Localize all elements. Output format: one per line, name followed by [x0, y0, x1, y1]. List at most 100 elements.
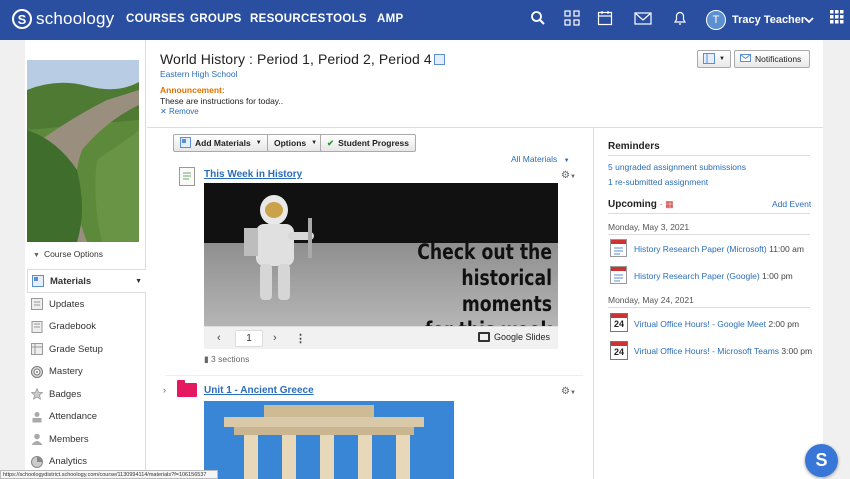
materials-icon — [32, 275, 44, 287]
remove-announcement-link[interactable]: ✕ Remove — [160, 107, 199, 116]
messages-icon[interactable] — [634, 10, 652, 32]
notifications-button[interactable]: Notifications — [734, 50, 810, 68]
nav-resources[interactable]: RESOURCES — [250, 13, 326, 25]
upcoming-calendar-icon[interactable]: · ▦ — [660, 199, 674, 209]
options-label: Options — [274, 138, 307, 148]
headline-line-2: historical moments — [461, 266, 552, 316]
top-nav-bar: S schoology COURSES GROUPS RESOURCES TOO… — [0, 0, 850, 40]
assignment-icon — [610, 266, 627, 284]
close-icon: ✕ — [160, 107, 169, 116]
course-options-toggle[interactable]: ▼ Course Options — [33, 249, 103, 259]
slide-page-number: 1 — [235, 330, 263, 347]
nav-tools[interactable]: TOOLS — [326, 13, 367, 25]
sidebar-item-label: Gradebook — [49, 321, 97, 333]
all-materials-filter[interactable]: All Materials ▼ — [511, 154, 570, 164]
chevron-left-icon[interactable]: ‹ — [217, 332, 221, 344]
user-name[interactable]: Tracy Teacher — [732, 14, 805, 26]
chevron-right-icon[interactable]: › — [163, 385, 166, 395]
ungraded-submissions-link[interactable]: 5 ungraded assignment submissions — [608, 162, 746, 172]
event-time: 11:00 am — [769, 244, 804, 254]
notifications-bell-icon[interactable] — [672, 10, 688, 32]
upcoming-event: History Research Paper (Google) 1:00 pm — [634, 271, 793, 282]
options-button[interactable]: Options ▼ — [267, 134, 325, 152]
page-frame: ▼ Course Options Materials ▼ Updates Grad… — [25, 40, 823, 479]
calendar-icon[interactable] — [597, 10, 613, 32]
caret-down-icon: ▼ — [563, 158, 570, 164]
sections-count: ▮ 3 sections — [204, 354, 249, 365]
assignment-icon — [610, 239, 627, 257]
user-avatar[interactable]: T — [706, 10, 726, 30]
remove-label: Remove — [168, 107, 199, 116]
nav-groups[interactable]: GROUPS — [190, 13, 242, 25]
nav-courses[interactable]: COURSES — [126, 13, 185, 25]
sidebar-item-mastery[interactable]: Mastery — [27, 361, 146, 384]
add-materials-button[interactable]: Add Materials ▼ — [173, 134, 269, 152]
slides-player-bar: ‹ 1 › ⋮ Google Slides — [204, 326, 558, 349]
chevron-down-icon[interactable] — [803, 12, 815, 32]
slide-headline: Check out the historical moments for thi… — [396, 239, 552, 326]
event-link[interactable]: History Research Paper (Microsoft) — [634, 244, 767, 254]
student-progress-label: Student Progress — [338, 138, 409, 148]
chevron-right-icon[interactable]: › — [273, 332, 277, 344]
gear-icon[interactable]: ⚙▼ — [561, 170, 576, 181]
announcement-text: These are instructions for today.. — [160, 96, 284, 106]
search-icon[interactable] — [530, 10, 546, 32]
upcoming-heading: Upcoming · ▦ — [608, 199, 674, 210]
headline-line-1: Check out the — [417, 240, 552, 264]
sidebar-item-materials[interactable]: Materials ▼ — [27, 269, 146, 293]
sidebar-item-gradebook[interactable]: Gradebook — [27, 316, 146, 339]
envelope-icon — [740, 54, 751, 64]
analytics-icon — [31, 455, 43, 468]
student-progress-button[interactable]: ✔ Student Progress — [320, 134, 416, 152]
google-slides-label: Google Slides — [493, 332, 550, 342]
logo-text: schoology — [36, 9, 115, 28]
event-time: 2:00 pm — [768, 319, 800, 329]
sections-icon: ▮ — [204, 354, 212, 364]
material-title-unit-1[interactable]: Unit 1 - Ancient Greece — [204, 385, 314, 396]
resubmitted-assignment-link[interactable]: 1 re-submitted assignment — [608, 177, 708, 187]
sidebar-item-label: Badges — [49, 388, 82, 400]
nav-amp[interactable]: AMP — [377, 13, 403, 25]
left-sidebar: ▼ Course Options Materials ▼ Updates Grad… — [25, 40, 146, 479]
google-slides-preview[interactable]: Check out the historical moments for thi… — [204, 183, 558, 326]
sidebar-item-updates[interactable]: Updates — [27, 293, 146, 316]
date-divider — [608, 307, 810, 308]
astronaut-image — [244, 195, 314, 300]
upcoming-date: Monday, May 24, 2021 — [608, 295, 694, 305]
course-options-label: Course Options — [43, 249, 103, 259]
reminders-heading: Reminders — [608, 141, 660, 152]
google-slides-link[interactable]: Google Slides — [477, 332, 550, 342]
caret-down-icon: ▼ — [255, 140, 262, 146]
apps-grid-icon[interactable] — [564, 10, 580, 32]
sidebar-item-label: Attendance — [49, 411, 98, 423]
date-divider — [608, 234, 810, 235]
gradebook-icon — [31, 320, 43, 333]
course-info-icon[interactable] — [433, 54, 445, 65]
caret-down-icon: ▼ — [311, 140, 318, 146]
gear-icon[interactable]: ⚙▼ — [561, 386, 576, 397]
more-options-icon[interactable]: ⋮ — [295, 332, 306, 345]
all-materials-label: All Materials — [511, 154, 558, 164]
sidebar-item-attendance[interactable]: Attendance — [27, 406, 146, 429]
sidebar-item-badges[interactable]: Badges — [27, 383, 146, 406]
calendar-event-icon: 24 — [610, 313, 628, 332]
layout-toggle-button[interactable]: ▼ — [697, 50, 731, 68]
app-menu-icon[interactable] — [830, 10, 844, 30]
caret-down-icon[interactable]: ▼ — [135, 278, 142, 285]
event-link[interactable]: Virtual Office Hours! - Microsoft Teams — [634, 346, 779, 356]
folder-icon — [177, 380, 197, 397]
event-time: 1:00 pm — [762, 271, 793, 281]
schoology-logo[interactable]: S schoology — [12, 9, 114, 29]
event-link[interactable]: History Research Paper (Google) — [634, 271, 760, 281]
material-title-this-week[interactable]: This Week in History — [204, 169, 302, 180]
sidebar-item-members[interactable]: Members — [27, 428, 146, 451]
sidebar-item-grade-setup[interactable]: Grade Setup — [27, 338, 146, 361]
calendar-event-icon: 24 — [610, 341, 628, 360]
material-separator — [165, 375, 583, 376]
add-event-link[interactable]: Add Event — [772, 199, 811, 209]
upcoming-event: History Research Paper (Microsoft) 11:00… — [634, 244, 804, 255]
school-link[interactable]: Eastern High School — [160, 69, 238, 79]
schoology-help-button[interactable]: S — [805, 444, 838, 477]
greece-ruins-image[interactable] — [204, 401, 454, 479]
event-link[interactable]: Virtual Office Hours! - Google Meet — [634, 319, 766, 329]
